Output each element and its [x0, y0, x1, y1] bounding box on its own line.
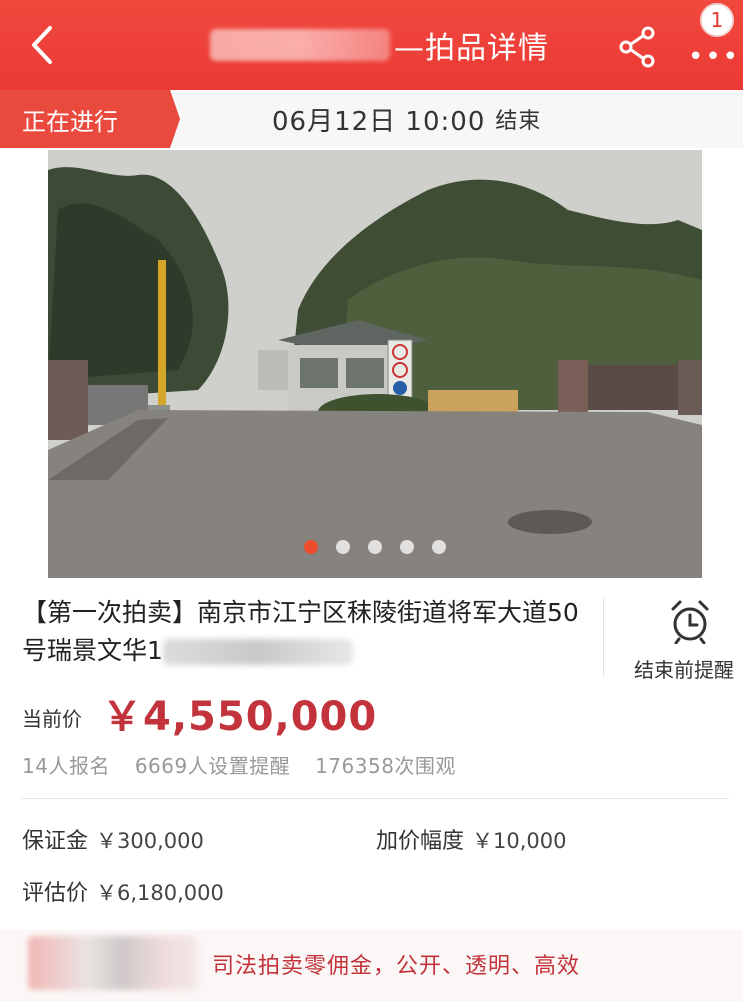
- gallery-pager: [0, 540, 743, 554]
- blurred-title-suffix: [162, 639, 353, 665]
- auction-status-bar: 正在进行 06月12日 10:00 结束: [0, 90, 743, 148]
- appraisal-row: 评估价 ￥6,180,000: [22, 875, 224, 907]
- appraisal-value: ￥6,180,000: [96, 881, 224, 905]
- reminder-button[interactable]: 结束前提醒: [620, 596, 743, 688]
- gallery-dot[interactable]: [336, 540, 350, 554]
- blurred-title-prefix: [210, 29, 390, 61]
- vertical-divider: [603, 598, 604, 676]
- deposit-label: 保证金: [22, 829, 89, 854]
- top-nav-bar: —拍品详情 ••• 1: [0, 0, 743, 90]
- increment-value: ￥10,000: [472, 829, 567, 853]
- share-icon: [619, 26, 655, 68]
- notification-badge: 1: [700, 3, 734, 37]
- gallery-dot[interactable]: [368, 540, 382, 554]
- status-tag: 正在进行: [0, 90, 180, 148]
- end-time-label: 结束: [495, 109, 542, 134]
- alarm-clock-icon: [671, 600, 709, 644]
- increment-label: 加价幅度: [376, 829, 465, 854]
- promo-text: 司法拍卖零佣金，公开、透明、高效: [212, 954, 581, 979]
- current-price-value: ￥4,550,000: [102, 694, 378, 740]
- back-button[interactable]: [24, 22, 64, 68]
- appraisal-label: 评估价: [22, 881, 89, 906]
- reminder-count: 6669人设置提醒: [134, 754, 291, 778]
- page-title: —拍品详情: [210, 22, 549, 68]
- current-price-label: 当前价: [22, 707, 82, 731]
- item-title: 【第一次拍卖】南京市江宁区秣陵街道将军大道50号瑞景文华1: [22, 594, 582, 670]
- more-dots-icon: •••: [688, 42, 741, 72]
- photo-scene: [48, 150, 702, 578]
- share-button[interactable]: [615, 24, 661, 70]
- deposit-value: ￥300,000: [96, 829, 204, 853]
- gallery-dot[interactable]: [304, 540, 318, 554]
- view-count: 176358次围观: [315, 754, 456, 778]
- blurred-logo: [28, 936, 198, 990]
- deposit-row: 保证金 ￥300,000: [22, 823, 204, 855]
- end-time: 06月12日 10:00 结束: [272, 90, 541, 148]
- gallery-dot[interactable]: [400, 540, 414, 554]
- gallery-dot[interactable]: [432, 540, 446, 554]
- promo-banner[interactable]: 司法拍卖零佣金，公开、透明、高效: [0, 930, 743, 1001]
- back-chevron-icon: [32, 26, 52, 64]
- page-title-text: —拍品详情: [394, 31, 549, 66]
- increment-row: 加价幅度 ￥10,000: [376, 823, 567, 855]
- reminder-label: 结束前提醒: [634, 658, 734, 682]
- auction-stats: 14人报名 6669人设置提醒 176358次围观: [22, 750, 474, 779]
- end-time-value: 06月12日 10:00: [272, 106, 486, 137]
- signup-count: 14人报名: [22, 754, 110, 778]
- horizontal-divider: [22, 798, 729, 799]
- item-photo[interactable]: [48, 150, 702, 578]
